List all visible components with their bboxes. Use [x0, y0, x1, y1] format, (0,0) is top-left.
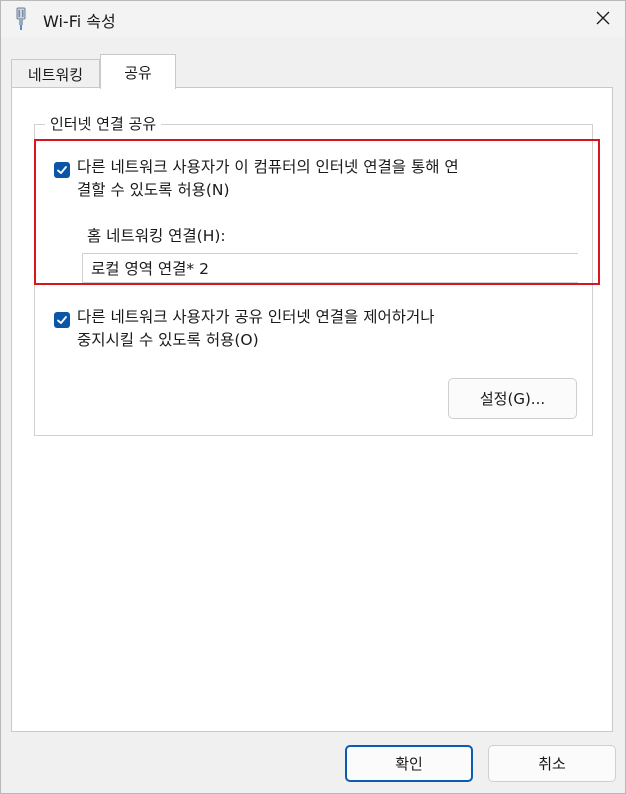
properties-dialog: Wi-Fi 속성 네트워킹 공유 인터넷 연결 공유 다른 네트워크 사용자가 …	[0, 0, 626, 794]
home-network-label: 홈 네트워킹 연결(H):	[87, 227, 226, 245]
tab-sharing-label: 공유	[124, 63, 152, 82]
home-network-selected-value: 로컬 영역 연결* 2	[91, 260, 209, 278]
allow-connect-label-line1: 다른 네트워크 사용자가 이 컴퓨터의 인터넷 연결을 통해 연	[77, 158, 459, 176]
allow-connect-label-line2: 결할 수 있도록 허용(N)	[77, 181, 230, 199]
network-adapter-icon	[16, 7, 26, 30]
ok-button[interactable]: 확인	[345, 745, 473, 782]
cancel-button-label: 취소	[538, 755, 566, 773]
tab-sharing[interactable]: 공유	[100, 54, 176, 89]
allow-control-label[interactable]: 다른 네트워크 사용자가 공유 인터넷 연결을 제어하거나 중지시킬 수 있도록…	[77, 306, 435, 352]
tab-networking-label: 네트워킹	[27, 65, 84, 84]
tab-networking[interactable]: 네트워킹	[11, 59, 100, 88]
settings-button-label: 설정(G)...	[479, 390, 546, 408]
groupbox-title: 인터넷 연결 공유	[45, 113, 162, 134]
allow-control-label-line1: 다른 네트워크 사용자가 공유 인터넷 연결을 제어하거나	[77, 308, 435, 326]
window-title: Wi-Fi 속성	[43, 12, 116, 31]
allow-control-label-line2: 중지시킬 수 있도록 허용(O)	[77, 331, 259, 349]
sharing-panel: 인터넷 연결 공유 다른 네트워크 사용자가 이 컴퓨터의 인터넷 연결을 통해…	[11, 87, 613, 732]
close-button[interactable]	[581, 1, 625, 35]
checkmark-icon	[57, 166, 67, 174]
settings-button[interactable]: 설정(G)...	[448, 378, 577, 419]
title-bar[interactable]: Wi-Fi 속성	[1, 1, 625, 37]
allow-control-checkbox[interactable]	[54, 312, 70, 328]
allow-connect-checkbox[interactable]	[54, 162, 70, 178]
close-icon	[596, 11, 610, 25]
cancel-button[interactable]: 취소	[488, 745, 616, 782]
ok-button-label: 확인	[395, 755, 423, 773]
allow-connect-label[interactable]: 다른 네트워크 사용자가 이 컴퓨터의 인터넷 연결을 통해 연 결할 수 있도…	[77, 156, 459, 202]
home-network-select[interactable]: 로컬 영역 연결* 2	[82, 253, 578, 283]
checkmark-icon	[57, 316, 67, 324]
